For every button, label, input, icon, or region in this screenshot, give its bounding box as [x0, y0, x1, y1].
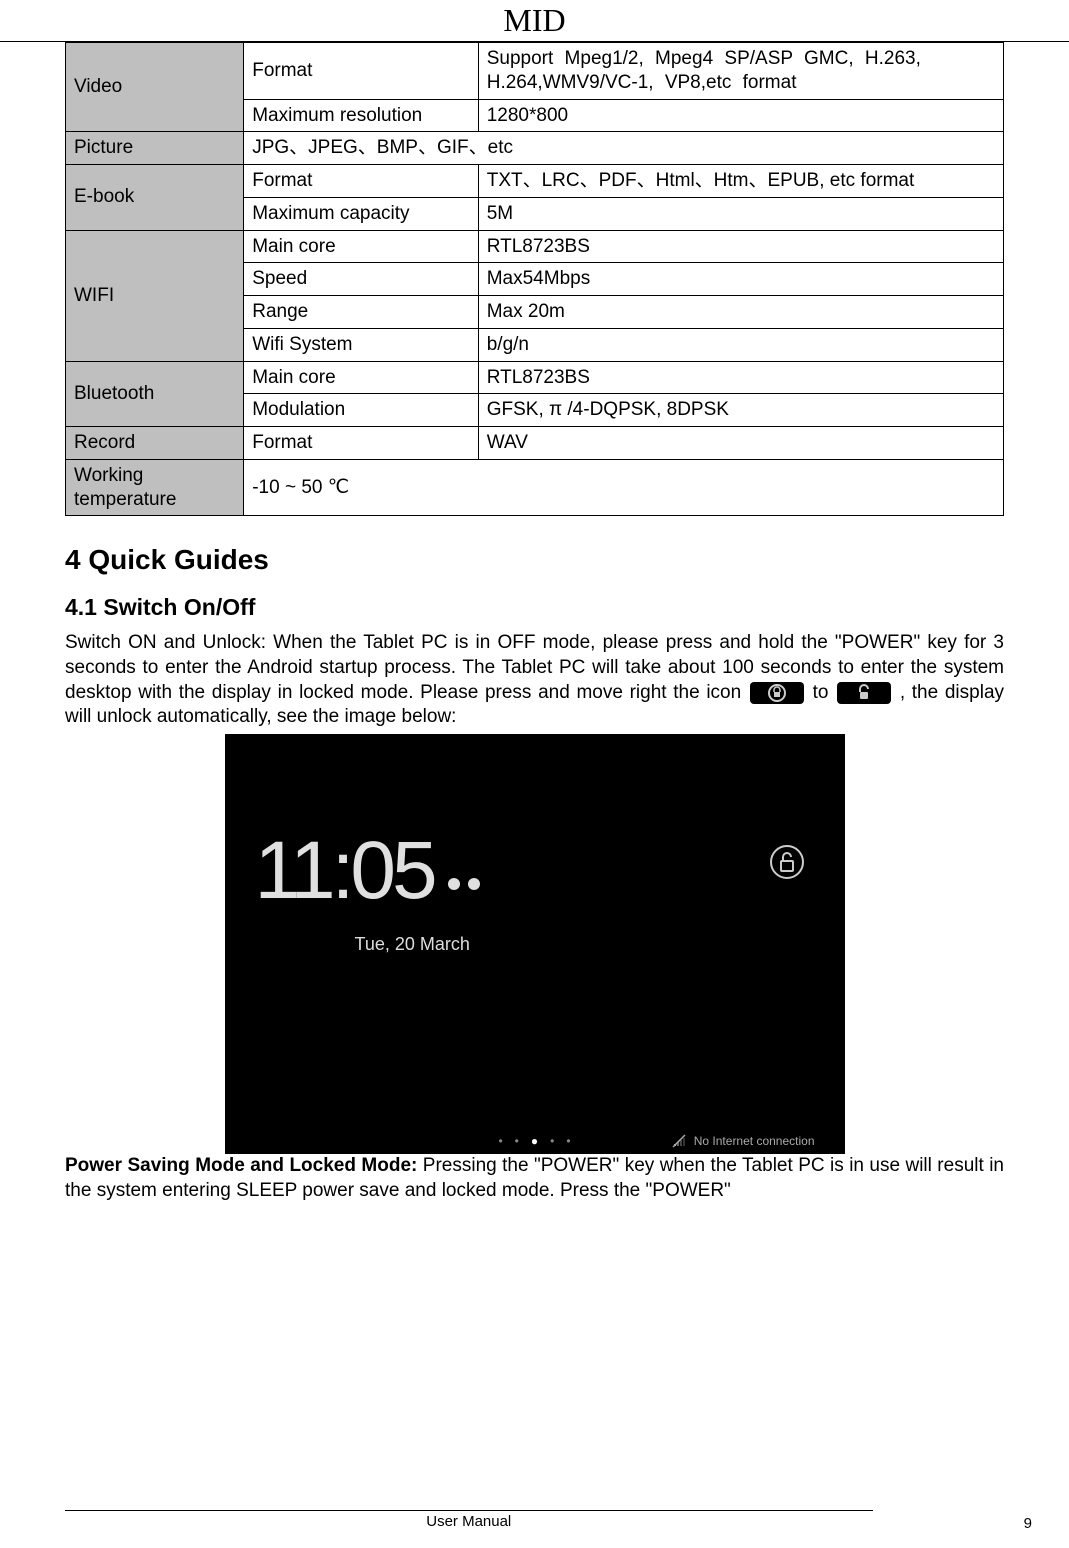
cat-ebook: E-book — [66, 165, 244, 231]
power-saving-paragraph: Power Saving Mode and Locked Mode: Press… — [65, 1154, 1004, 1203]
video-res-value: 1280*800 — [478, 99, 1003, 132]
record-label: Format — [244, 427, 479, 460]
lock-circle-icon — [750, 682, 804, 704]
lockscreen-image: 11:05 Tue, 20 March ••●•• No Internet co… — [225, 734, 845, 1154]
no-signal-icon — [672, 1134, 686, 1148]
cat-wifi: WIFI — [66, 230, 244, 361]
wifi-sys-label: Wifi System — [244, 328, 479, 361]
wifi-speed-label: Speed — [244, 263, 479, 296]
lockscreen-status-text: No Internet connection — [694, 1134, 815, 1148]
ebook-cap-value: 5M — [478, 197, 1003, 230]
ebook-format-value: TXT、LRC、PDF、Html、Htm、EPUB, etc format — [478, 165, 1003, 198]
temp-value: -10 ~ 50 ℃ — [244, 459, 1004, 516]
page-footer: User Manual 9 — [65, 1510, 1004, 1530]
bt-mod-value: GFSK, π /4-DQPSK, 8DPSK — [478, 394, 1003, 427]
footer-rule — [65, 1510, 873, 1511]
cat-picture: Picture — [66, 132, 244, 165]
ebook-format-label: Format — [244, 165, 479, 198]
video-format-label: Format — [244, 43, 479, 100]
page-number: 9 — [1024, 1515, 1032, 1532]
p2-bold: Power Saving Mode and Locked Mode: — [65, 1155, 423, 1176]
switch-on-paragraph: Switch ON and Unlock: When the Tablet PC… — [65, 631, 1004, 730]
page-content: Video Format Support Mpeg1/2, Mpeg4 SP/A… — [0, 42, 1069, 1203]
wifi-range-value: Max 20m — [478, 296, 1003, 329]
wifi-core-label: Main core — [244, 230, 479, 263]
lockscreen-date: Tue, 20 March — [355, 934, 470, 955]
heading-quick-guides: 4 Quick Guides — [65, 544, 1004, 576]
lockscreen-time-digits: 11:05 — [255, 824, 434, 918]
wifi-speed-value: Max54Mbps — [478, 263, 1003, 296]
page-header-title: MID — [0, 0, 1069, 41]
unlock-icon — [769, 844, 805, 886]
bt-core-label: Main core — [244, 361, 479, 394]
wifi-range-label: Range — [244, 296, 479, 329]
spec-table: Video Format Support Mpeg1/2, Mpeg4 SP/A… — [65, 42, 1004, 516]
unlock-target-icon — [837, 682, 891, 704]
bt-core-value: RTL8723BS — [478, 361, 1003, 394]
video-format-value: Support Mpeg1/2, Mpeg4 SP/ASP GMC, H.263… — [478, 43, 1003, 100]
cat-record: Record — [66, 427, 244, 460]
cat-bt: Bluetooth — [66, 361, 244, 427]
wifi-core-value: RTL8723BS — [478, 230, 1003, 263]
ebook-cap-label: Maximum capacity — [244, 197, 479, 230]
cat-temp: Working temperature — [66, 459, 244, 516]
heading-switch-onoff: 4.1 Switch On/Off — [65, 594, 1004, 621]
video-res-label: Maximum resolution — [244, 99, 479, 132]
lockscreen-status: No Internet connection — [672, 1134, 815, 1148]
lockscreen-dots-icon — [444, 878, 484, 890]
bt-mod-label: Modulation — [244, 394, 479, 427]
picture-value: JPG、JPEG、BMP、GIF、etc — [244, 132, 1004, 165]
record-value: WAV — [478, 427, 1003, 460]
lockscreen-time: 11:05 — [255, 824, 484, 918]
footer-label: User Manual — [65, 1513, 873, 1530]
p1-text-b: to — [813, 682, 829, 703]
cat-video: Video — [66, 43, 244, 132]
wifi-sys-value: b/g/n — [478, 328, 1003, 361]
